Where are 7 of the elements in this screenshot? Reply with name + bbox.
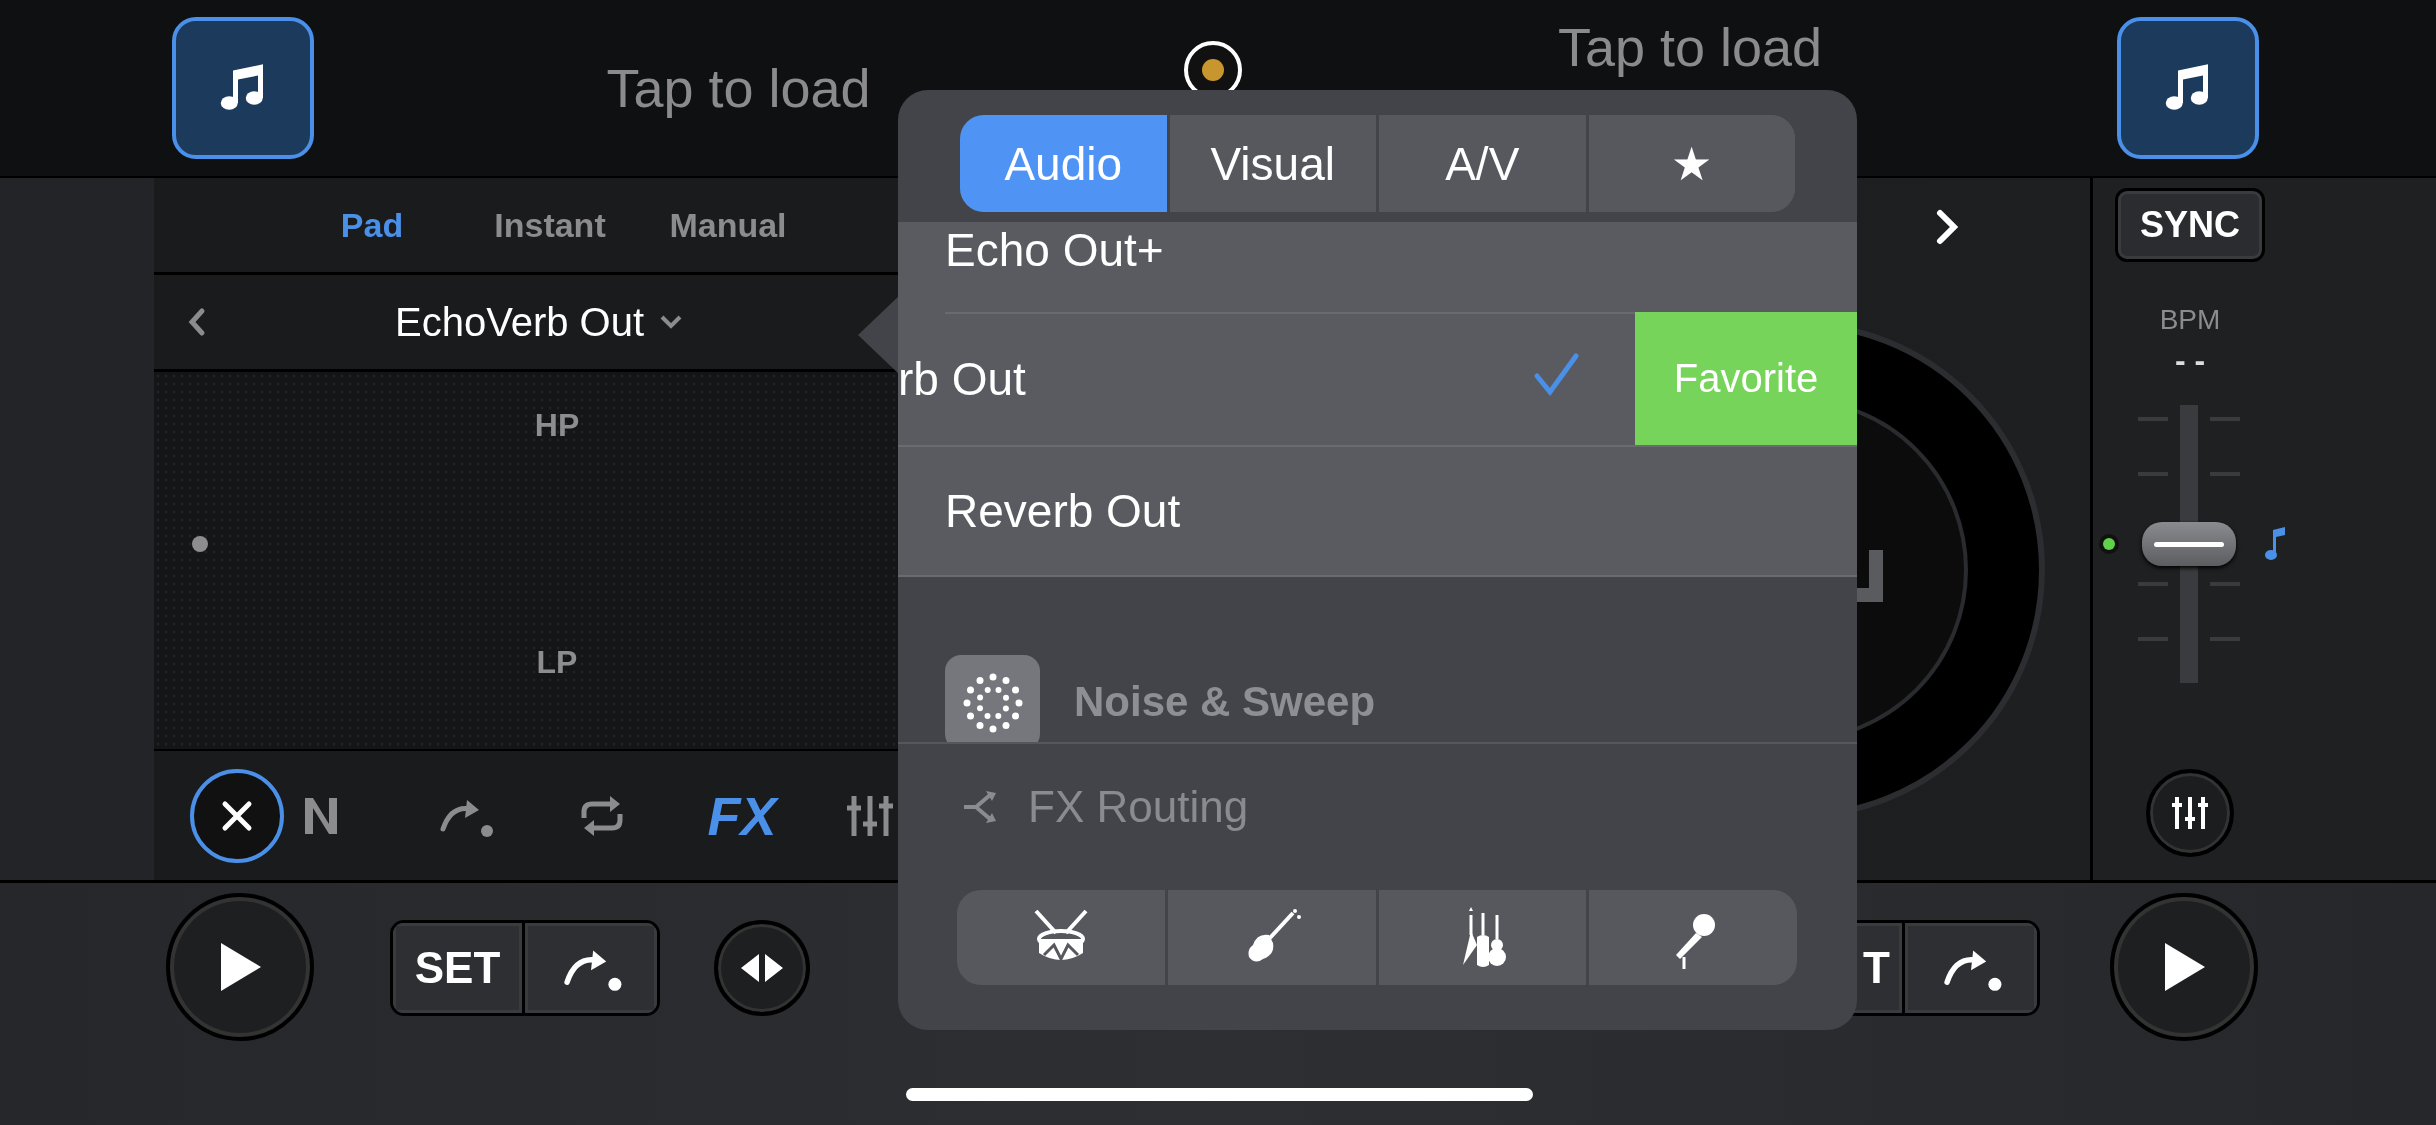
category-header: Noise & Sweep xyxy=(1074,678,1376,726)
routing-label: FX Routing xyxy=(1028,782,1249,832)
effect-name: Echo Out+ xyxy=(944,223,1164,278)
pad-label: LP xyxy=(536,644,578,681)
pad-label: HP xyxy=(534,407,580,444)
bpm-value: - - xyxy=(2174,342,2206,379)
bpm-label: BPM xyxy=(2159,304,2221,336)
